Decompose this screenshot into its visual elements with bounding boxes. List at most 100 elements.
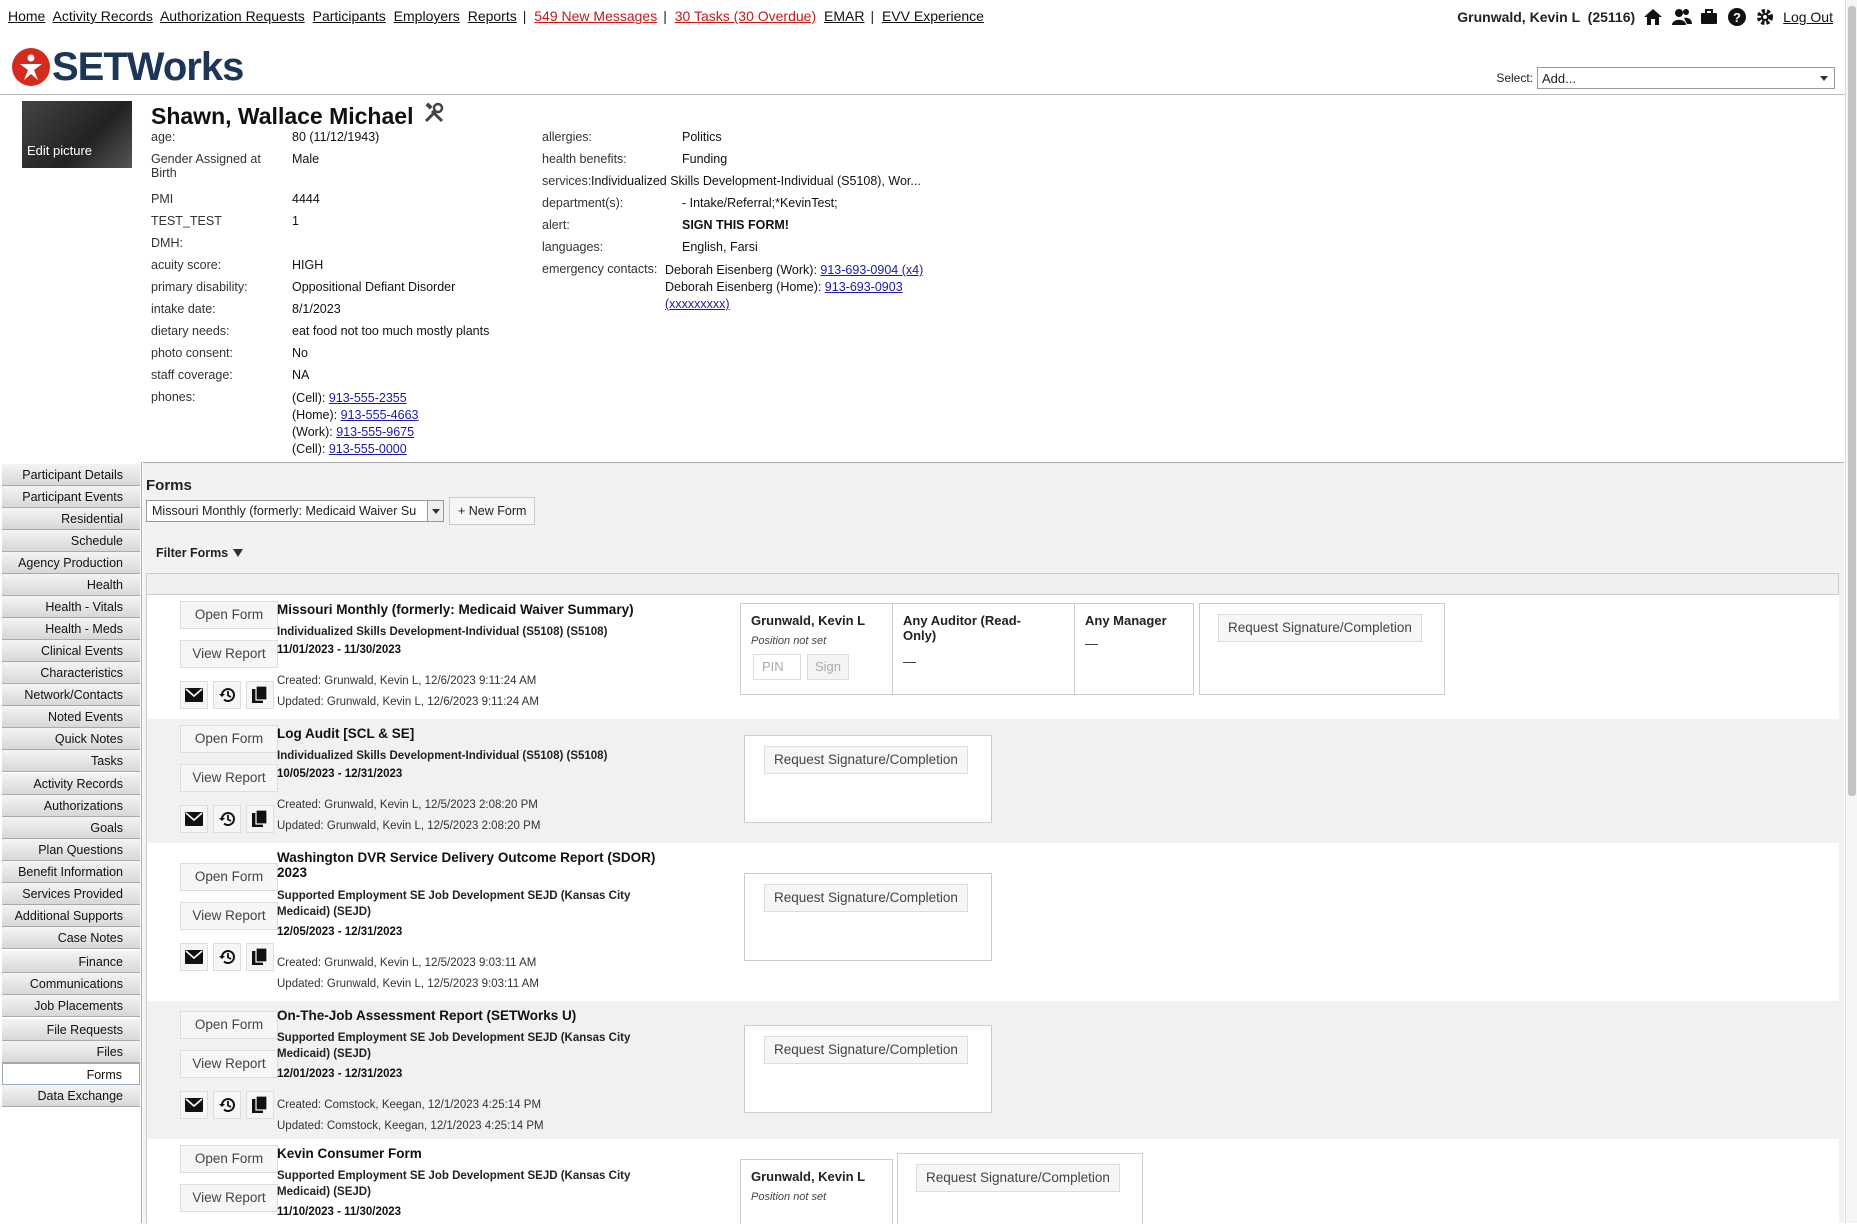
nav-employers-link[interactable]: Employers [394, 8, 460, 24]
view-report-button[interactable]: View Report [180, 1184, 278, 1212]
request-signature-button[interactable]: Request Signature/Completion [764, 746, 968, 774]
form-title[interactable]: Kevin Consumer Form [277, 1146, 677, 1161]
contact-phone-link[interactable]: 913-693-0903 [825, 280, 903, 294]
home-icon[interactable] [1643, 7, 1663, 27]
phone-link[interactable]: 913-555-4663 [341, 408, 419, 422]
tools-icon[interactable] [423, 102, 445, 130]
request-signature-button[interactable]: Request Signature/Completion [1218, 614, 1422, 642]
logout-link[interactable]: Log Out [1783, 9, 1833, 25]
sidebar-item-participant-details[interactable]: Participant Details [2, 464, 140, 486]
sidebar-item-case-notes[interactable]: Case Notes [2, 927, 140, 949]
sidebar-item-health-meds[interactable]: Health - Meds [2, 618, 140, 640]
open-form-button[interactable]: Open Form [180, 863, 278, 891]
edit-picture-label[interactable]: Edit picture [27, 143, 92, 158]
contact-ext-link[interactable]: (xxxxxxxxx) [665, 297, 730, 311]
sidebar-item-residential[interactable]: Residential [2, 508, 140, 530]
phone-link[interactable]: 913-555-9675 [336, 425, 414, 439]
briefcase-icon[interactable] [1699, 7, 1719, 27]
nav-home-link[interactable]: Home [8, 8, 45, 24]
form-title[interactable]: On-The-Job Assessment Report (SETWorks U… [277, 1008, 677, 1023]
copy-icon[interactable] [246, 681, 274, 709]
form-title[interactable]: Washington DVR Service Delivery Outcome … [277, 850, 677, 880]
email-icon[interactable] [180, 1091, 208, 1119]
participant-photo[interactable]: Edit picture [22, 101, 132, 168]
sidebar-item-network-contacts[interactable]: Network/Contacts [2, 684, 140, 706]
filter-forms-toggle[interactable]: Filter Forms [156, 546, 244, 560]
staff-coverage-value: NA [292, 368, 310, 382]
view-report-button[interactable]: View Report [180, 764, 278, 792]
sign-button[interactable]: Sign [807, 654, 849, 680]
contact-phone-link[interactable]: 913-693-0904 (x4) [820, 263, 923, 277]
phone-link[interactable]: 913-555-0000 [329, 442, 407, 456]
open-form-button[interactable]: Open Form [180, 1011, 278, 1039]
nav-evv-link[interactable]: EVV Experience [882, 8, 984, 24]
sidebar-item-health-vitals[interactable]: Health - Vitals [2, 596, 140, 618]
view-report-button[interactable]: View Report [180, 640, 278, 668]
sidebar-item-goals[interactable]: Goals [2, 817, 140, 839]
sidebar-item-activity-records[interactable]: Activity Records [2, 773, 140, 795]
open-form-button[interactable]: Open Form [180, 1145, 278, 1173]
sidebar-item-additional-supports[interactable]: Additional Supports [2, 905, 140, 927]
sidebar-item-files[interactable]: Files [2, 1041, 140, 1063]
sidebar-item-clinical-events[interactable]: Clinical Events [2, 640, 140, 662]
nav-emar-link[interactable]: EMAR [824, 8, 864, 24]
sidebar-item-schedule[interactable]: Schedule [2, 530, 140, 552]
nav-reports-link[interactable]: Reports [468, 8, 517, 24]
copy-icon[interactable] [246, 805, 274, 833]
request-signature-button[interactable]: Request Signature/Completion [764, 1036, 968, 1064]
sidebar-item-communications[interactable]: Communications [2, 973, 140, 995]
copy-icon[interactable] [246, 943, 274, 971]
page-scrollbar[interactable] [1845, 0, 1857, 1223]
setworks-logo[interactable]: SETWorks [12, 44, 244, 90]
sidebar-item-data-exchange[interactable]: Data Exchange [2, 1085, 140, 1107]
new-form-button[interactable]: + New Form [449, 497, 536, 525]
participant-name-row: Shawn, Wallace Michael [151, 102, 445, 130]
nav-tasks-link[interactable]: 30 Tasks (30 Overdue) [675, 8, 816, 24]
form-type-select[interactable]: Missouri Monthly (formerly: Medicaid Wai… [146, 500, 444, 522]
sidebar-item-finance[interactable]: Finance [2, 951, 140, 973]
pin-input[interactable]: PIN [753, 654, 801, 680]
nav-authorization-requests-link[interactable]: Authorization Requests [160, 8, 305, 24]
chevron-down-icon[interactable] [427, 501, 443, 521]
history-icon[interactable] [213, 805, 241, 833]
sidebar-item-benefit-information[interactable]: Benefit Information [2, 861, 140, 883]
sidebar-item-job-placements[interactable]: Job Placements [2, 995, 140, 1017]
request-signature-button[interactable]: Request Signature/Completion [916, 1164, 1120, 1192]
sidebar-item-authorizations[interactable]: Authorizations [2, 795, 140, 817]
sidebar-item-characteristics[interactable]: Characteristics [2, 662, 140, 684]
history-icon[interactable] [213, 681, 241, 709]
history-icon[interactable] [213, 1091, 241, 1119]
scrollbar-thumb[interactable] [1848, 6, 1856, 796]
form-title[interactable]: Log Audit [SCL & SE] [277, 726, 677, 741]
user-area: Grunwald, Kevin L (25116) ? Log Out [1457, 7, 1833, 27]
sidebar-item-services-provided[interactable]: Services Provided [2, 883, 140, 905]
nav-activity-records-link[interactable]: Activity Records [52, 8, 152, 24]
nav-participants-link[interactable]: Participants [313, 8, 386, 24]
request-signature-button[interactable]: Request Signature/Completion [764, 884, 968, 912]
sidebar-item-quick-notes[interactable]: Quick Notes [2, 728, 140, 750]
sidebar-item-file-requests[interactable]: File Requests [2, 1019, 140, 1041]
sidebar-item-plan-questions[interactable]: Plan Questions [2, 839, 140, 861]
gear-icon[interactable] [1755, 7, 1775, 27]
phone-link[interactable]: 913-555-2355 [329, 391, 407, 405]
open-form-button[interactable]: Open Form [180, 725, 278, 753]
sidebar-item-agency-production[interactable]: Agency Production [2, 552, 140, 574]
history-icon[interactable] [213, 943, 241, 971]
view-report-button[interactable]: View Report [180, 902, 278, 930]
help-icon[interactable]: ? [1727, 7, 1747, 27]
sidebar-item-tasks[interactable]: Tasks [2, 750, 140, 772]
sidebar-item-health[interactable]: Health [2, 574, 140, 596]
sidebar-item-participant-events[interactable]: Participant Events [2, 486, 140, 508]
users-icon[interactable] [1671, 7, 1693, 27]
form-title[interactable]: Missouri Monthly (formerly: Medicaid Wai… [277, 602, 677, 617]
email-icon[interactable] [180, 943, 208, 971]
email-icon[interactable] [180, 805, 208, 833]
add-dropdown[interactable]: Add... [1537, 67, 1835, 89]
sidebar-item-noted-events[interactable]: Noted Events [2, 706, 140, 728]
view-report-button[interactable]: View Report [180, 1050, 278, 1078]
nav-messages-link[interactable]: 549 New Messages [534, 8, 657, 24]
open-form-button[interactable]: Open Form [180, 601, 278, 629]
email-icon[interactable] [180, 681, 208, 709]
sidebar-item-forms[interactable]: Forms [2, 1063, 140, 1085]
copy-icon[interactable] [246, 1091, 274, 1119]
